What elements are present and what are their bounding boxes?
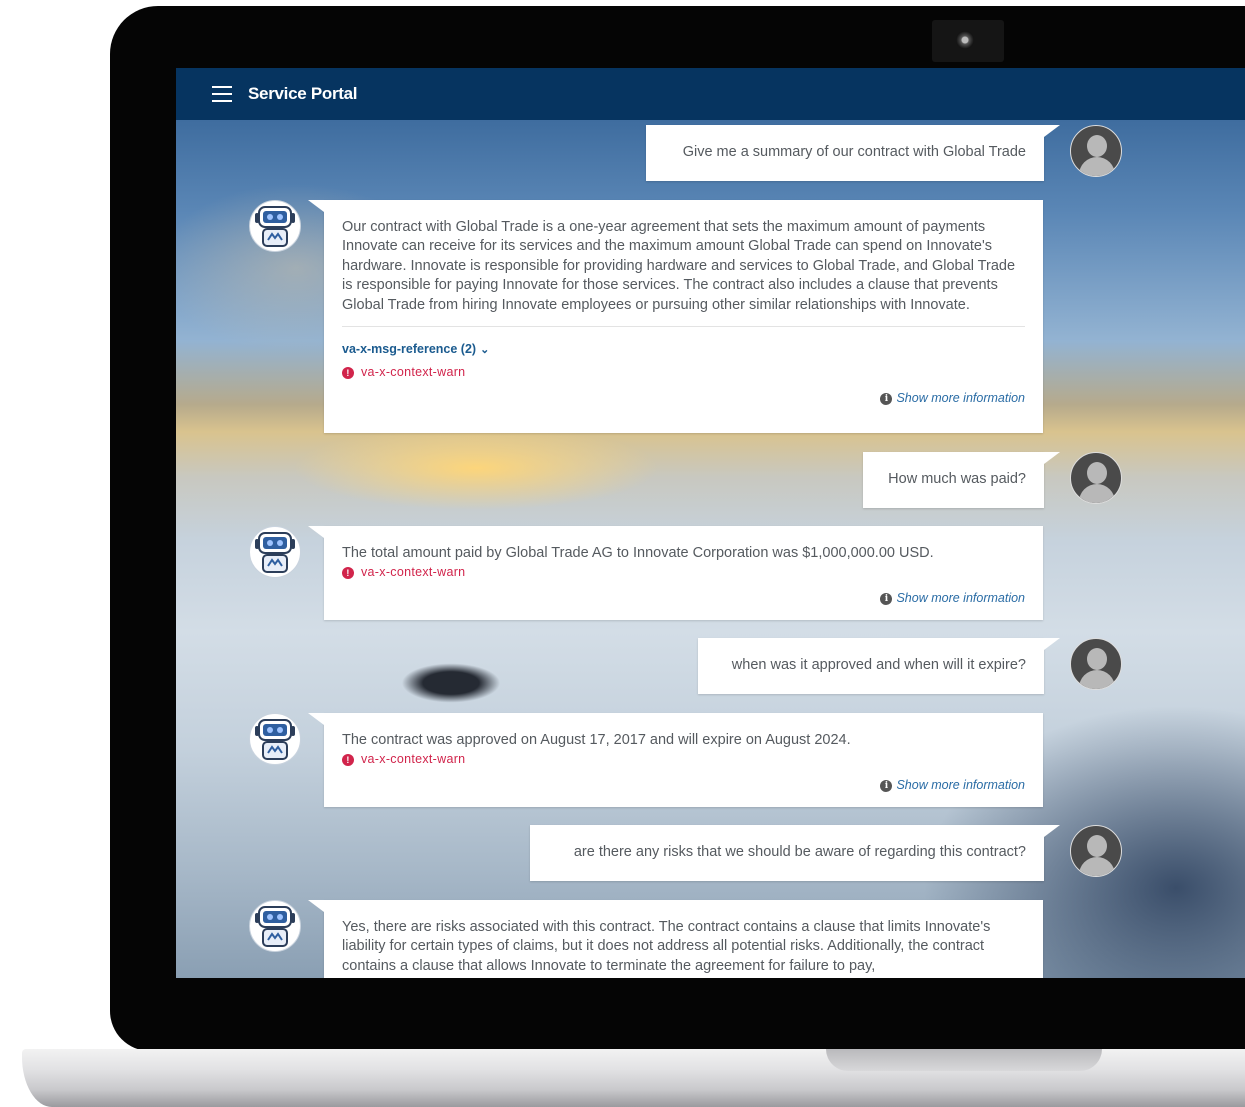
user-avatar-icon bbox=[1070, 825, 1122, 877]
context-warning-text: va-x-context-warn bbox=[361, 752, 466, 767]
info-circle-icon: i bbox=[880, 392, 893, 405]
reference-label: va-x-msg-reference (2) bbox=[342, 342, 477, 357]
user-message: How much was paid? bbox=[863, 452, 1060, 508]
message-reference-toggle[interactable]: va-x-msg-reference (2) ⌄ bbox=[342, 340, 489, 360]
user-message-text: when was it approved and when will it ex… bbox=[731, 657, 1026, 673]
more-info-row: i Show more information bbox=[342, 776, 1025, 795]
screen: Service Portal Give me a summary of our … bbox=[176, 68, 1245, 978]
user-message-text: Give me a summary of our contract with G… bbox=[682, 144, 1026, 160]
bot-message-text: Yes, there are risks associated with thi… bbox=[342, 919, 991, 974]
user-message: when was it approved and when will it ex… bbox=[698, 638, 1060, 694]
user-avatar-icon bbox=[1070, 452, 1122, 504]
user-message: Give me a summary of our contract with G… bbox=[646, 125, 1060, 181]
error-circle-icon: ! bbox=[342, 367, 354, 380]
context-warning: ! va-x-context-warn bbox=[342, 363, 1025, 382]
bot-message-text: Our contract with Global Trade is a one-… bbox=[342, 219, 1016, 313]
show-more-information-link[interactable]: Show more information bbox=[896, 589, 1025, 608]
info-circle-icon: i bbox=[880, 779, 893, 792]
user-message-text: How much was paid? bbox=[888, 471, 1026, 487]
error-circle-icon: ! bbox=[342, 754, 354, 767]
user-avatar-icon bbox=[1070, 638, 1122, 690]
bot-message: The total amount paid by Global Trade AG… bbox=[308, 526, 1043, 620]
user-message-text: are there any risks that we should be aw… bbox=[573, 844, 1026, 860]
bot-message-text: The total amount paid by Global Trade AG… bbox=[342, 545, 934, 561]
more-info-row: i Show more information bbox=[342, 589, 1025, 608]
context-warning-text: va-x-context-warn bbox=[361, 565, 466, 580]
divider bbox=[342, 326, 1025, 328]
portal-title[interactable]: Service Portal bbox=[248, 84, 358, 104]
context-warning-text: va-x-context-warn bbox=[361, 365, 466, 380]
context-warning: ! va-x-context-warn bbox=[342, 750, 1025, 769]
chevron-down-icon: ⌄ bbox=[480, 344, 490, 357]
show-more-information-link[interactable]: Show more information bbox=[896, 776, 1025, 795]
bot-message: Our contract with Global Trade is a one-… bbox=[308, 200, 1043, 433]
info-circle-icon: i bbox=[880, 592, 893, 605]
error-circle-icon: ! bbox=[342, 567, 354, 580]
camera-lens-icon bbox=[956, 31, 974, 49]
virtual-agent-robot-icon bbox=[249, 200, 301, 252]
bot-message: Yes, there are risks associated with thi… bbox=[308, 900, 1043, 978]
more-info-row: i Show more information bbox=[342, 389, 1025, 408]
bot-message: The contract was approved on August 17, … bbox=[308, 713, 1043, 807]
virtual-agent-robot-icon bbox=[249, 526, 301, 578]
user-message: are there any risks that we should be aw… bbox=[530, 825, 1060, 881]
top-navigation-bar: Service Portal bbox=[176, 68, 1245, 120]
user-avatar-icon bbox=[1070, 125, 1122, 177]
hamburger-menu-icon[interactable] bbox=[212, 86, 232, 102]
bot-message-text: The contract was approved on August 17, … bbox=[342, 732, 851, 748]
virtual-agent-robot-icon bbox=[249, 713, 301, 765]
virtual-agent-robot-icon bbox=[249, 900, 301, 952]
context-warning: ! va-x-context-warn bbox=[342, 563, 1025, 582]
show-more-information-link[interactable]: Show more information bbox=[896, 389, 1025, 408]
laptop-base-notch bbox=[826, 1049, 1102, 1071]
